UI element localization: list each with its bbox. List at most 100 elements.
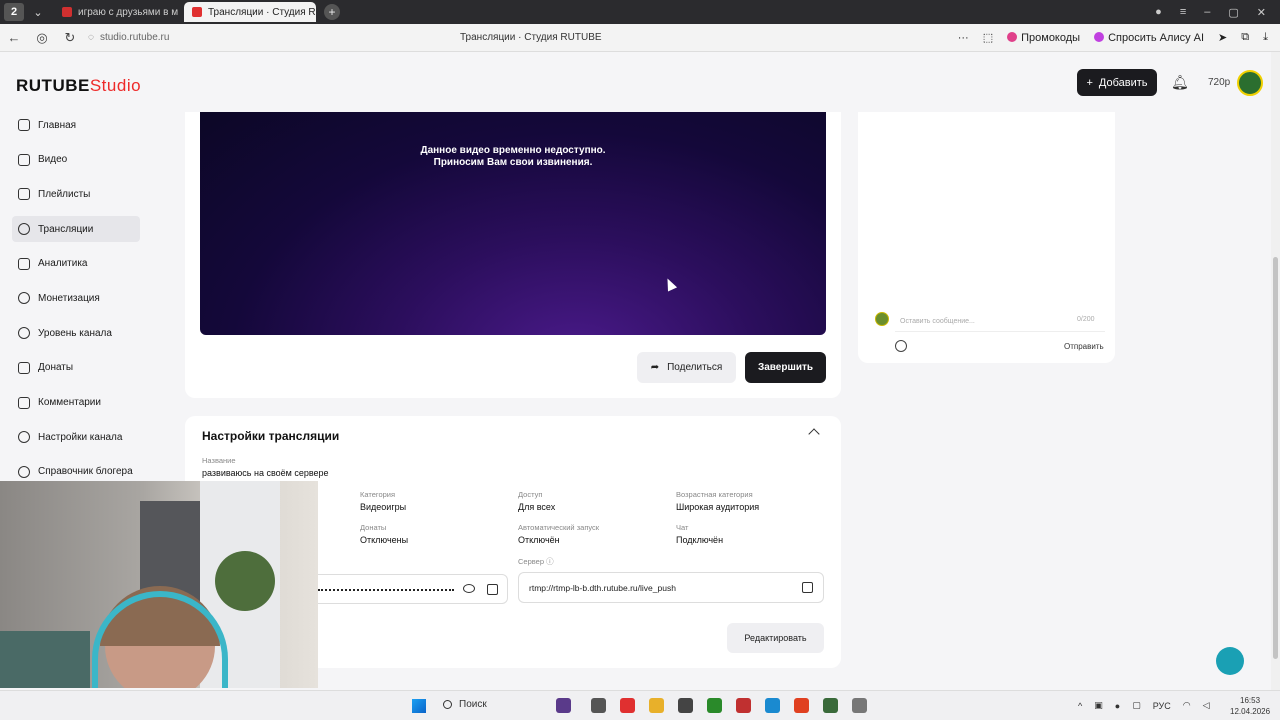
chevron-up-icon[interactable] bbox=[808, 428, 820, 440]
windows-taskbar: Поиск ^ ▣ ● ▢ РУС ◠ ◁ 16:53 12.04.2026 bbox=[0, 690, 1280, 720]
chart-icon bbox=[18, 257, 30, 270]
back-icon[interactable]: ← bbox=[0, 30, 28, 45]
sidebar-item-home[interactable]: Главная bbox=[12, 112, 140, 138]
task-view-icon[interactable] bbox=[591, 698, 606, 713]
scroll-thumb[interactable] bbox=[1273, 257, 1278, 659]
download-icon[interactable]: ⤓ bbox=[1263, 31, 1268, 44]
eye-icon[interactable] bbox=[463, 584, 475, 593]
emoji-icon[interactable] bbox=[895, 340, 907, 352]
chat-message-input[interactable]: Оставить сообщение... bbox=[895, 312, 1105, 332]
sidebar-item-comments[interactable]: Комментарии bbox=[12, 390, 140, 416]
alice-button[interactable]: Спросить Алису AI bbox=[1094, 31, 1205, 44]
sidebar-item-channel-settings[interactable]: Настройки канала bbox=[12, 424, 140, 450]
store-icon[interactable] bbox=[678, 698, 693, 713]
history-icon[interactable]: ◎ bbox=[28, 30, 56, 46]
donations-label: Донаты bbox=[360, 523, 387, 532]
sidebar-item-monetization[interactable]: Монетизация bbox=[12, 285, 140, 311]
minecraft-icon[interactable] bbox=[707, 698, 722, 713]
search-icon[interactable] bbox=[443, 700, 452, 709]
age-label: Возрастная категория bbox=[676, 490, 753, 499]
video-message-line2: Приносим Вам свои извинения. bbox=[433, 157, 593, 168]
video-player[interactable]: Данное видео временно недоступно. Принос… bbox=[200, 112, 826, 335]
windows-start-icon[interactable] bbox=[412, 699, 426, 713]
folder-icon[interactable] bbox=[649, 698, 664, 713]
obs-icon[interactable] bbox=[852, 698, 867, 713]
tab-count-badge[interactable]: 2 bbox=[4, 3, 24, 21]
bell-icon[interactable]: 🔔︎ bbox=[1171, 74, 1189, 91]
alice-label: Спросить Алису AI bbox=[1108, 31, 1205, 44]
edit-button[interactable]: Редактировать bbox=[727, 623, 824, 653]
quality-label[interactable]: 720p bbox=[1208, 77, 1230, 88]
shield-icon: ◌ bbox=[88, 32, 94, 43]
chrome-icon[interactable] bbox=[794, 698, 809, 713]
more-icon[interactable]: ··· bbox=[958, 32, 969, 44]
tab-minecraft[interactable]: играю с друзьями в майн bbox=[54, 2, 178, 22]
wifi-icon[interactable]: ◠ bbox=[1183, 700, 1191, 711]
send-icon[interactable]: ➤ bbox=[1218, 31, 1227, 44]
server-field[interactable]: rtmp://rtmp-lb-b.dth.rutube.ru/live_push bbox=[518, 572, 824, 603]
sidebar-item-streams[interactable]: Трансляции bbox=[12, 216, 140, 243]
taskbar-clock[interactable]: 16:53 12.04.2026 bbox=[1230, 695, 1270, 717]
copy-icon[interactable] bbox=[802, 582, 813, 593]
tab-label: Трансляции · Студия R bbox=[208, 6, 316, 18]
language-indicator[interactable]: РУС bbox=[1153, 701, 1171, 711]
name-value: развиваюсь на своём сервере bbox=[202, 468, 329, 478]
avatar[interactable] bbox=[1237, 70, 1263, 96]
add-button-label: Добавить bbox=[1098, 76, 1148, 89]
sidebar-item-label: Настройки канала bbox=[38, 431, 123, 443]
new-tab-icon[interactable]: + bbox=[324, 4, 340, 20]
video-icon bbox=[18, 153, 30, 166]
chevron-down-icon[interactable]: ⌄ bbox=[28, 3, 48, 21]
tray-app-icon[interactable]: ▢ bbox=[1132, 700, 1141, 711]
bookmark-icon[interactable]: ⬚ bbox=[983, 31, 993, 44]
sidebar-item-label: Справочник блогера bbox=[38, 466, 133, 478]
share-button[interactable]: ➦ Поделиться bbox=[637, 352, 736, 383]
widgets-icon[interactable] bbox=[556, 698, 571, 713]
profile-icon[interactable]: ● bbox=[1155, 6, 1162, 19]
reload-icon[interactable]: ↻ bbox=[56, 30, 84, 46]
autostart-label: Автоматический запуск bbox=[518, 523, 600, 532]
yandex-browser-icon[interactable] bbox=[620, 698, 635, 713]
sidebar-item-donations[interactable]: Донаты bbox=[12, 355, 140, 381]
chevron-up-icon[interactable]: ^ bbox=[1078, 701, 1082, 711]
webcam-bed bbox=[0, 631, 90, 688]
info-icon bbox=[18, 465, 30, 478]
sidebar-item-channel-level[interactable]: Уровень канала bbox=[12, 320, 140, 346]
server-label-text: Сервер bbox=[518, 557, 545, 566]
page-scrollbar[interactable] bbox=[1271, 52, 1280, 690]
game-icon[interactable] bbox=[823, 698, 838, 713]
maximize-icon[interactable]: ▢ bbox=[1228, 6, 1238, 19]
stream-key-masked bbox=[318, 589, 454, 591]
tray-app-icon[interactable]: ● bbox=[1115, 701, 1120, 711]
tray-app-icon[interactable]: ▣ bbox=[1094, 700, 1103, 711]
collections-icon[interactable]: ⧉ bbox=[1241, 31, 1249, 44]
edge-icon[interactable] bbox=[765, 698, 780, 713]
end-stream-button[interactable]: Завершить bbox=[745, 352, 826, 383]
clock-date: 12.04.2026 bbox=[1230, 707, 1271, 716]
stream-key-field[interactable] bbox=[318, 574, 508, 604]
filezilla-icon[interactable] bbox=[736, 698, 751, 713]
sidebar-item-label: Донаты bbox=[38, 362, 74, 374]
tab-label: играю с друзьями в майн bbox=[78, 6, 178, 18]
menu-icon[interactable]: ≡ bbox=[1180, 6, 1186, 19]
volume-icon[interactable]: ◁ bbox=[1203, 700, 1210, 711]
minimize-icon[interactable]: – bbox=[1204, 6, 1210, 19]
taskbar-search-label[interactable]: Поиск bbox=[459, 699, 487, 710]
sidebar-item-label: Видео bbox=[38, 154, 68, 166]
sidebar-item-analytics[interactable]: Аналитика bbox=[12, 251, 140, 277]
promo-button[interactable]: Промокоды bbox=[1007, 31, 1080, 44]
url-text: studio.rutube.ru bbox=[99, 32, 170, 43]
copy-icon[interactable] bbox=[487, 584, 498, 595]
add-button[interactable]: + Добавить bbox=[1077, 69, 1157, 96]
category-label: Категория bbox=[360, 490, 396, 499]
support-chat-button[interactable] bbox=[1216, 647, 1244, 675]
access-label: Доступ bbox=[518, 490, 543, 499]
send-button[interactable]: Отправить bbox=[1064, 342, 1104, 351]
close-window-icon[interactable]: ✕ bbox=[1257, 6, 1266, 19]
sidebar-item-playlists[interactable]: Плейлисты bbox=[12, 181, 140, 207]
tab-studio[interactable]: Трансляции · Студия R ✕ bbox=[184, 2, 316, 22]
help-icon[interactable]: ⓘ bbox=[546, 557, 554, 566]
url-field[interactable]: ◌ studio.rutube.ru bbox=[88, 32, 169, 43]
rutube-studio-logo[interactable]: RUTUBEStudio bbox=[16, 76, 141, 96]
sidebar-item-video[interactable]: Видео bbox=[12, 147, 140, 173]
